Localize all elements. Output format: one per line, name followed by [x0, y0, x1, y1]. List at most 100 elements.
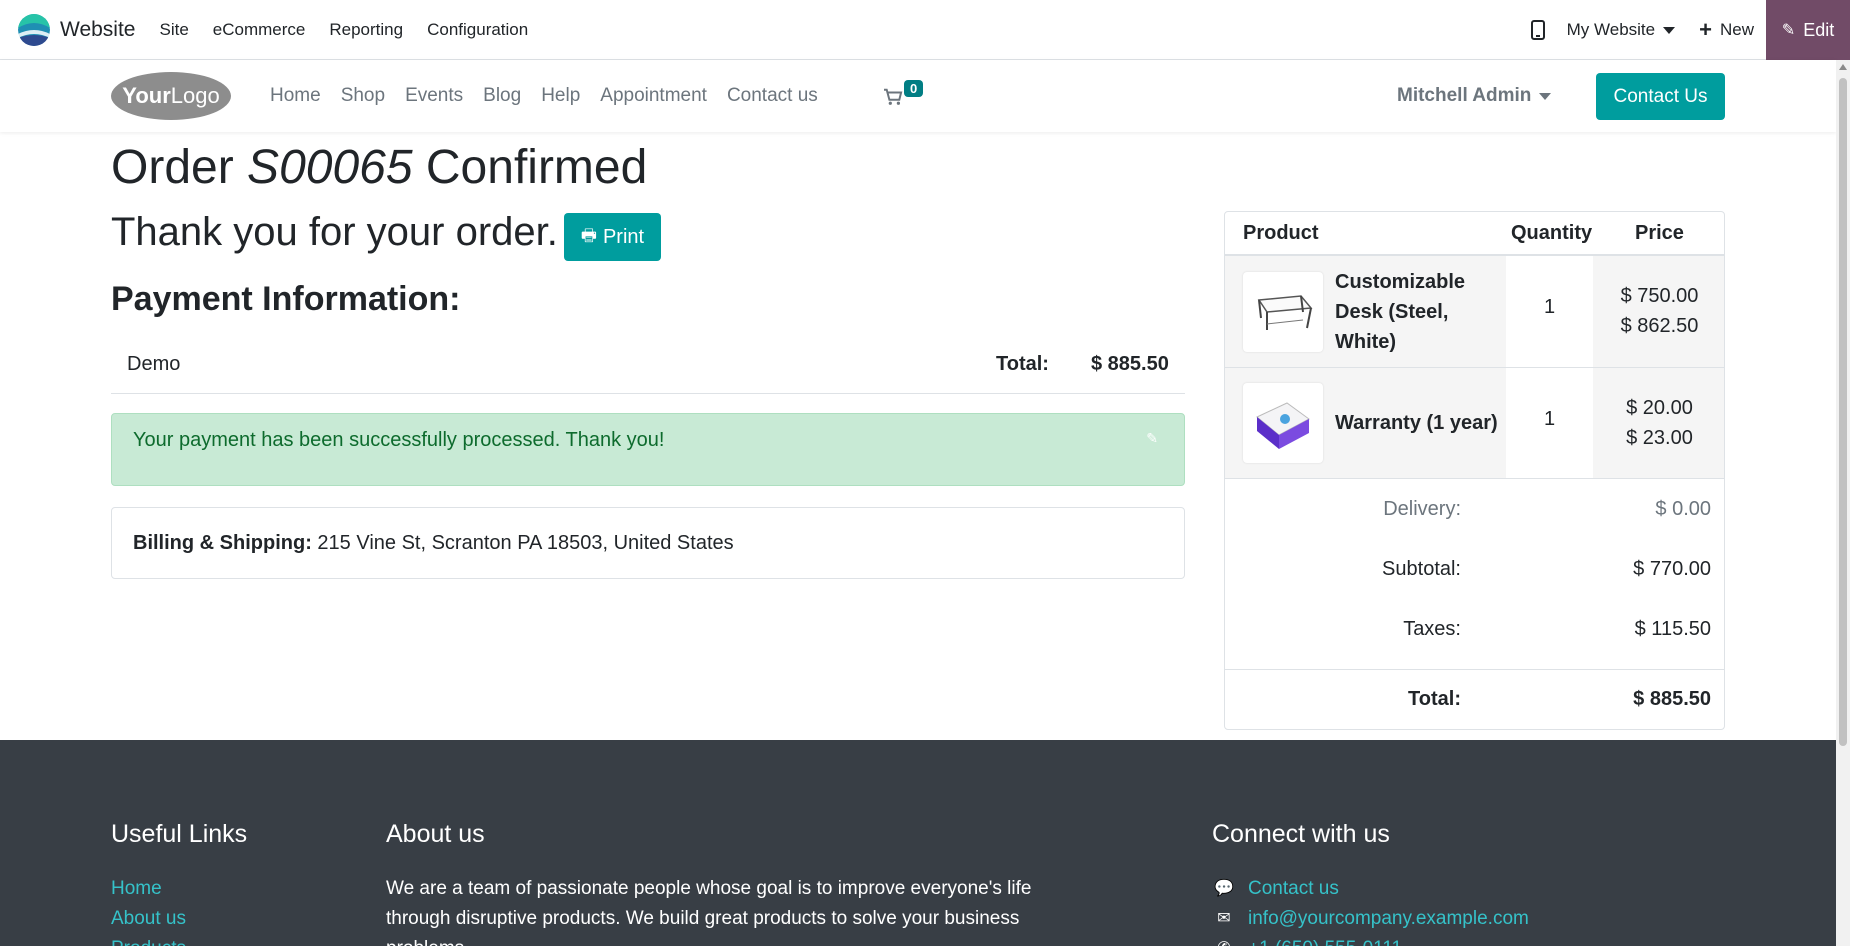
- admin-menu-ecommerce[interactable]: eCommerce: [213, 20, 306, 40]
- contact-us-button[interactable]: Contact Us: [1596, 73, 1725, 120]
- payment-row: Demo Total: $ 885.50: [111, 338, 1185, 394]
- payment-success-message: Your payment has been successfully proce…: [133, 429, 665, 451]
- nav-help[interactable]: Help: [541, 85, 580, 107]
- admin-navbar: Website Site eCommerce Reporting Configu…: [0, 0, 1850, 60]
- nav-appointment[interactable]: Appointment: [600, 85, 707, 107]
- order-line: Warranty (1 year) 1 $ 20.00 $ 23.00: [1225, 368, 1724, 479]
- connect-item[interactable]: ✉ info@yourcompany.example.com: [1212, 904, 1529, 934]
- footer-link-home[interactable]: Home: [111, 874, 186, 904]
- order-line-price-excl: $ 750.00: [1620, 285, 1699, 307]
- admin-menu-configuration[interactable]: Configuration: [427, 20, 528, 40]
- nav-events[interactable]: Events: [405, 85, 463, 107]
- order-line-price-incl: $ 23.00: [1626, 427, 1693, 449]
- nav-contact-us[interactable]: Contact us: [727, 85, 818, 107]
- printer-icon: 🖶: [580, 225, 597, 245]
- useful-links-list: Home About us Products: [111, 874, 186, 946]
- website-app-name: Website: [60, 17, 136, 41]
- pencil-icon[interactable]: ✎: [1146, 430, 1158, 447]
- cart-link[interactable]: 0: [880, 80, 930, 112]
- order-line-price-excl: $ 20.00: [1626, 397, 1693, 419]
- caret-down-icon: [1539, 92, 1552, 100]
- admin-menu-site[interactable]: Site: [159, 20, 188, 40]
- order-summary-header: Product Quantity Price: [1225, 212, 1724, 256]
- connect-phone: +1 (650) 555-0111: [1248, 934, 1402, 946]
- user-menu-dropdown[interactable]: Mitchell Admin: [1397, 60, 1552, 132]
- admin-menu-reporting[interactable]: Reporting: [329, 20, 403, 40]
- payment-information-heading: Payment Information:: [111, 280, 461, 318]
- column-header-product: Product: [1243, 222, 1319, 244]
- thank-you-heading: Thank you for your order.: [111, 210, 558, 254]
- footer-link-about-us[interactable]: About us: [111, 904, 186, 934]
- order-line-quantity: 1: [1543, 296, 1556, 318]
- connect-heading: Connect with us: [1212, 820, 1390, 848]
- taxes-row: Taxes: $ 115.50: [1225, 600, 1724, 660]
- website-switcher-dropdown[interactable]: My Website: [1567, 20, 1676, 40]
- plus-icon: +: [1699, 17, 1712, 42]
- title-suffix: Confirmed: [425, 141, 648, 194]
- svg-text:YourLogo: YourLogo: [122, 83, 219, 108]
- site-footer: Useful Links About us Connect with us Ho…: [0, 740, 1836, 946]
- order-line-product-name: Warranty (1 year): [1335, 412, 1498, 434]
- subtotal-row: Subtotal: $ 770.00: [1225, 540, 1724, 600]
- order-line-prices: $ 750.00 $ 862.50: [1593, 281, 1724, 341]
- site-navigation: Home Shop Events Blog Help Appointment C…: [270, 60, 838, 132]
- grand-total-value: $ 885.50: [1633, 688, 1711, 710]
- admin-bar-right: My Website + New ✎ Edit: [1530, 0, 1850, 60]
- page-scrollbar[interactable]: [1836, 60, 1850, 946]
- desk-thumbnail: [1243, 272, 1323, 352]
- new-content-button[interactable]: + New: [1699, 19, 1754, 41]
- subtotal-value: $ 770.00: [1633, 558, 1711, 580]
- billing-shipping-card: Billing & Shipping: 215 Vine St, Scranto…: [111, 507, 1185, 579]
- scroll-up-arrow-icon[interactable]: [1839, 64, 1847, 70]
- connect-contact-us: Contact us: [1248, 878, 1339, 899]
- admin-menu: Site eCommerce Reporting Configuration: [159, 20, 552, 40]
- footer-link-products[interactable]: Products: [111, 934, 186, 946]
- edit-page-button[interactable]: ✎ Edit: [1766, 0, 1850, 60]
- caret-down-icon: [1663, 26, 1676, 34]
- taxes-label: Taxes:: [1403, 618, 1461, 640]
- warranty-box-thumbnail: [1243, 383, 1323, 463]
- taxes-value: $ 115.50: [1634, 618, 1711, 640]
- nav-home[interactable]: Home: [270, 85, 321, 107]
- shopping-cart-icon: [884, 88, 903, 105]
- useful-links-heading: Useful Links: [111, 820, 248, 848]
- website-app-icon: [18, 13, 50, 46]
- mobile-preview-icon[interactable]: [1530, 20, 1545, 40]
- order-reference: S00065: [247, 141, 413, 194]
- about-us-heading: About us: [386, 820, 485, 848]
- comment-icon: 💬: [1214, 880, 1234, 897]
- user-name: Mitchell Admin: [1397, 85, 1532, 106]
- envelope-icon: ✉: [1217, 910, 1231, 927]
- print-button[interactable]: 🖶 Print: [564, 213, 661, 261]
- grand-total-row: Total: $ 885.50: [1225, 669, 1724, 729]
- scrollbar-thumb[interactable]: [1839, 78, 1847, 746]
- about-us-text: We are a team of passionate people whose…: [386, 878, 1032, 946]
- billing-shipping-address: 215 Vine St, Scranton PA 18503, United S…: [317, 532, 734, 554]
- page-title: Order S00065 Confirmed: [111, 140, 647, 195]
- nav-blog[interactable]: Blog: [483, 85, 521, 107]
- website-switcher-label: My Website: [1566, 20, 1656, 39]
- phone-icon: ✆: [1212, 934, 1236, 946]
- delivery-value: $ 0.00: [1655, 498, 1711, 520]
- connect-item[interactable]: ✆ +1 (650) 555-0111: [1212, 934, 1529, 946]
- title-prefix: Order: [111, 141, 234, 194]
- print-label: Print: [602, 225, 645, 248]
- column-header-quantity: Quantity: [1511, 222, 1593, 244]
- order-line-prices: $ 20.00 $ 23.00: [1593, 393, 1724, 453]
- delivery-row: Delivery: $ 0.00: [1225, 480, 1724, 540]
- payment-total-label: Total:: [996, 353, 1049, 375]
- subtotal-label: Subtotal:: [1382, 558, 1461, 580]
- billing-shipping-line: Billing & Shipping: 215 Vine St, Scranto…: [133, 532, 734, 555]
- nav-shop[interactable]: Shop: [341, 85, 385, 107]
- order-line-quantity: 1: [1543, 408, 1556, 430]
- site-logo[interactable]: YourLogo: [111, 69, 232, 121]
- website-app-brand[interactable]: Website: [18, 13, 136, 46]
- grand-total-label: Total:: [1408, 688, 1461, 710]
- payment-total-value: $ 885.50: [1091, 353, 1169, 375]
- connect-item[interactable]: 💬 Contact us: [1212, 874, 1529, 904]
- new-content-label: New: [1719, 20, 1754, 39]
- cart-count-badge: 0: [904, 80, 924, 97]
- payment-success-alert: Your payment has been successfully proce…: [111, 413, 1185, 486]
- billing-shipping-label: Billing & Shipping:: [133, 532, 312, 554]
- connect-list: 💬 Contact us ✉ info@yourcompany.example.…: [1212, 874, 1529, 946]
